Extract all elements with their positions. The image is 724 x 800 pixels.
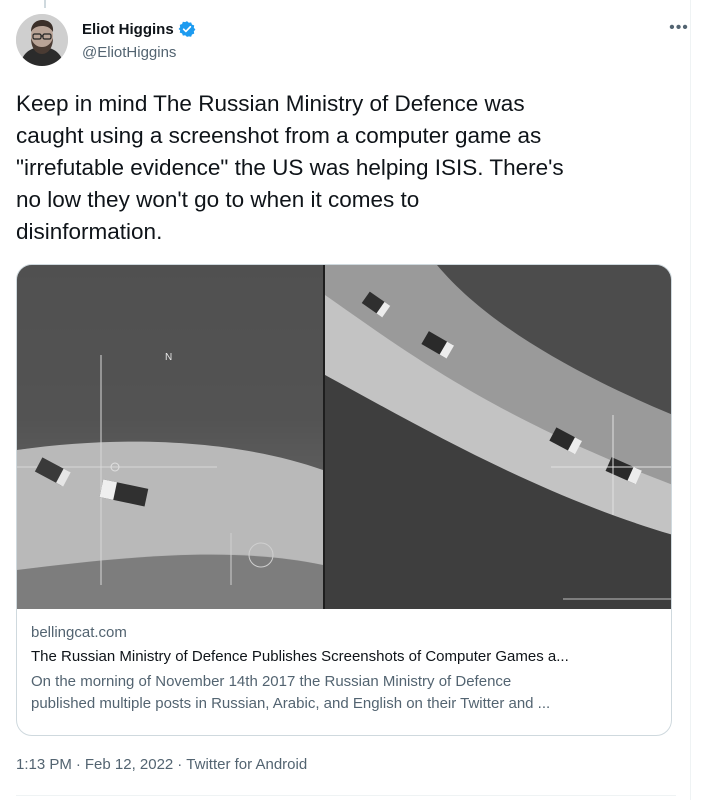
meta-separator: · [177,756,183,773]
more-options-icon[interactable]: ••• [668,18,690,38]
card-description-line: On the morning of November 14th 2017 the… [31,673,512,690]
verified-badge-icon [178,20,196,38]
card-description-line: published multiple posts in Russian, Ara… [31,695,551,712]
thread-connector [44,0,46,8]
card-body: bellingcat.com The Russian Ministry of D… [17,609,671,715]
avatar[interactable] [16,14,68,66]
divider [16,795,676,796]
card-domain: bellingcat.com [31,624,127,641]
link-preview-card[interactable]: N bellingcat.com The Russian Ministry of… [16,264,672,736]
tweet-source[interactable]: Twitter for Android [186,756,307,773]
svg-text:N: N [165,352,172,363]
tweet-metadata: 1:13 PM · Feb 12, 2022 · Twitter for And… [16,756,307,773]
display-name[interactable]: Eliot Higgins [82,21,174,38]
tweet-date[interactable]: Feb 12, 2022 [85,756,173,773]
meta-separator: · [75,756,81,773]
tweet-text: Keep in mind The Russian Ministry of Def… [16,91,564,244]
gameplay-screenshot-image: N [17,265,671,609]
user-handle[interactable]: @EliotHiggins [82,44,176,61]
card-image[interactable]: N [17,265,671,609]
name-row: Eliot Higgins [82,20,196,38]
column-divider [690,0,691,800]
tweet-header: Eliot Higgins @EliotHiggins ••• [16,14,690,70]
card-title: The Russian Ministry of Defence Publishe… [31,648,569,665]
user-avatar-icon [16,14,68,66]
card-description: On the morning of November 14th 2017 the… [31,671,657,715]
tweet-time[interactable]: 1:13 PM [16,756,72,773]
